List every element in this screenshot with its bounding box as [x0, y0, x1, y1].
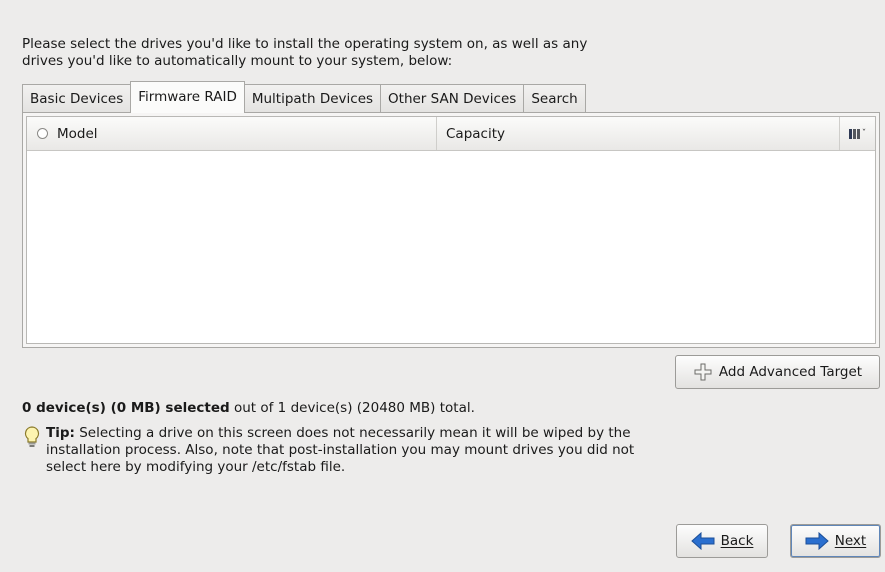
left-arrow-icon	[690, 532, 715, 550]
total-count: out of 1 device(s) (20480 MB) total.	[229, 400, 475, 416]
column-header-capacity-label: Capacity	[446, 125, 505, 142]
column-header-model-label: Model	[57, 125, 98, 142]
device-type-tabs: Basic Devices Firmware RAID Multipath De…	[22, 81, 586, 113]
tab-search[interactable]: Search	[523, 84, 586, 112]
column-chooser-icon: ˇ	[848, 128, 866, 139]
tip-line-1-text: Selecting a drive on this screen does no…	[74, 425, 631, 441]
next-label: Next	[834, 533, 867, 549]
column-chooser-button[interactable]: ˇ	[839, 117, 875, 150]
table-header: Model Capacity ˇ	[27, 117, 875, 151]
tip-text: Tip: Selecting a drive on this screen do…	[46, 425, 634, 476]
tab-other-san-devices[interactable]: Other SAN Devices	[380, 84, 525, 112]
right-arrow-icon	[805, 532, 829, 550]
tab-basic-devices[interactable]: Basic Devices	[22, 84, 132, 112]
tab-firmware-raid[interactable]: Firmware RAID	[130, 81, 245, 113]
tip-line-3: select here by modifying your /etc/fstab…	[46, 459, 346, 475]
select-all-column[interactable]	[27, 117, 57, 150]
plus-icon	[694, 363, 712, 381]
selected-count: 0 device(s) (0 MB) selected	[22, 400, 230, 416]
selection-status: 0 device(s) (0 MB) selected out of 1 dev…	[22, 400, 862, 416]
device-table[interactable]: Model Capacity ˇ	[26, 116, 876, 344]
tip-label: Tip:	[46, 425, 75, 441]
tip-line-1: Tip: Selecting a drive on this screen do…	[46, 425, 634, 442]
add-advanced-target-label: Add Advanced Target	[718, 364, 863, 380]
select-all-radio[interactable]	[36, 128, 48, 139]
instructions-line-2: drives you'd like to automatically mount…	[22, 53, 453, 69]
back-button[interactable]: Back	[676, 524, 768, 558]
column-header-capacity[interactable]: Capacity	[437, 117, 839, 150]
lightbulb-icon	[22, 425, 46, 476]
instructions-text: Please select the drives you'd like to i…	[22, 36, 722, 70]
column-header-model[interactable]: Model	[57, 117, 437, 150]
next-button[interactable]: Next	[790, 524, 881, 558]
tip-line-2: installation process. Also, note that po…	[46, 442, 635, 458]
tab-panel-firmware-raid: Model Capacity ˇ	[22, 112, 880, 348]
add-advanced-target-button[interactable]: Add Advanced Target	[675, 355, 880, 389]
tab-multipath-devices[interactable]: Multipath Devices	[243, 84, 382, 112]
instructions-line-1: Please select the drives you'd like to i…	[22, 36, 588, 52]
tip-box: Tip: Selecting a drive on this screen do…	[22, 425, 742, 476]
back-label: Back	[720, 533, 754, 549]
